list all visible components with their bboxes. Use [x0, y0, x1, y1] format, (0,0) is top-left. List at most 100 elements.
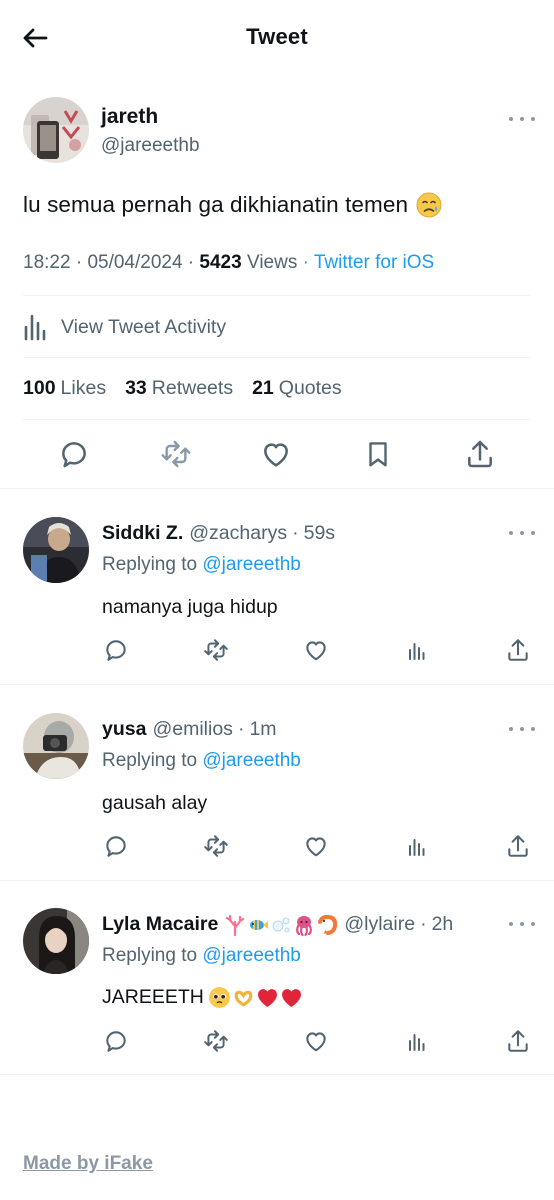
sad-face-emoji-icon	[416, 192, 442, 218]
retweet-icon	[204, 1030, 228, 1052]
retweet-button[interactable]	[201, 831, 231, 861]
like-button[interactable]	[301, 831, 331, 861]
coral-emoji-icon	[226, 914, 245, 936]
retweet-button[interactable]	[158, 436, 194, 472]
share-icon	[508, 1030, 528, 1052]
activity-label: View Tweet Activity	[61, 315, 227, 338]
share-button[interactable]	[503, 1026, 533, 1056]
reply-author-name[interactable]: Lyla Macaire	[102, 913, 218, 936]
reply-header: Siddki Z. @zacharys · 59s	[102, 522, 336, 545]
retweet-button[interactable]	[201, 1026, 231, 1056]
more-icon[interactable]	[509, 112, 535, 126]
views-button[interactable]	[402, 635, 432, 665]
reply-author-name[interactable]: yusa	[102, 718, 146, 741]
replying-to-mention[interactable]: @jareeethb	[202, 554, 301, 575]
bubbles-emoji-icon	[272, 917, 290, 932]
quotes-count: 21	[252, 377, 274, 399]
analytics-icon	[24, 314, 46, 341]
heart-hands-emoji-icon	[234, 990, 253, 1007]
divider	[0, 880, 554, 881]
reply-button[interactable]	[101, 635, 131, 665]
name-emoji-group	[224, 914, 338, 936]
views-button[interactable]	[402, 831, 432, 861]
reply-emoji-group	[208, 986, 303, 1009]
replying-to: Replying to @jareeethb	[102, 750, 301, 772]
like-icon	[306, 641, 326, 661]
likes-label: Likes	[60, 377, 107, 399]
divider	[0, 488, 554, 489]
divider	[0, 684, 554, 685]
reply-author-handle[interactable]: @emilios	[152, 718, 232, 741]
share-icon	[508, 639, 528, 661]
bookmark-button[interactable]	[360, 436, 396, 472]
avatar[interactable]	[23, 908, 89, 974]
quotes-label: Quotes	[278, 377, 342, 399]
tweet-date: 05/04/2024	[87, 252, 183, 273]
like-button[interactable]	[301, 1026, 331, 1056]
tweet-text: lu semua pernah ga dikhianatin temen	[23, 191, 443, 219]
reply-button[interactable]	[101, 831, 131, 861]
replying-to-prefix: Replying to	[102, 945, 198, 966]
share-button[interactable]	[503, 635, 533, 665]
octopus-emoji-icon	[296, 915, 313, 936]
reply-author-handle[interactable]: @lylaire	[344, 913, 415, 936]
more-icon[interactable]	[509, 917, 535, 931]
retweets-stat[interactable]: 33 Retweets	[125, 377, 233, 400]
share-icon	[508, 835, 528, 857]
tropical-fish-emoji-icon	[250, 919, 269, 930]
tweet-stats: 100 Likes 33 Retweets 21 Quotes	[23, 377, 342, 400]
likes-stat[interactable]: 100 Likes	[23, 377, 106, 400]
retweet-icon	[161, 440, 191, 468]
reply-header: Lyla Macaire @lylaire · 2h	[102, 913, 454, 936]
reply-icon	[106, 640, 126, 661]
avatar[interactable]	[23, 97, 89, 163]
bookmark-icon	[369, 442, 387, 467]
tweet-body: lu semua pernah ga dikhianatin temen	[23, 192, 409, 217]
like-button[interactable]	[258, 436, 294, 472]
retweet-icon	[204, 639, 228, 661]
avatar[interactable]	[23, 713, 89, 779]
views-count: 5423	[199, 252, 242, 273]
like-button[interactable]	[301, 635, 331, 665]
share-button[interactable]	[462, 436, 498, 472]
author-handle[interactable]: @jareeethb	[101, 135, 200, 157]
share-button[interactable]	[503, 831, 533, 861]
replying-to-mention[interactable]: @jareeethb	[202, 945, 301, 966]
reply-text: namanya juga hidup	[102, 596, 278, 618]
reply-button[interactable]	[56, 436, 92, 472]
reply-icon	[106, 1031, 126, 1052]
reply-body: JAREEETH	[102, 986, 204, 1008]
views-button[interactable]	[402, 1026, 432, 1056]
replying-to-mention[interactable]: @jareeethb	[202, 750, 301, 771]
watermark-link[interactable]: Made by iFake	[23, 1153, 153, 1175]
reply-icon	[106, 836, 126, 857]
tweet-meta: 18:22 · 05/04/2024 · 5423 Views · Twitte…	[23, 252, 435, 273]
views-icon	[409, 643, 425, 660]
reply-text: JAREEETH	[102, 986, 303, 1009]
replying-to-prefix: Replying to	[102, 554, 198, 575]
avatar[interactable]	[23, 517, 89, 583]
reply-age: 1m	[249, 718, 277, 740]
tweet-time: 18:22	[23, 252, 71, 273]
more-icon[interactable]	[509, 526, 535, 540]
divider	[0, 1074, 554, 1075]
reply-button[interactable]	[101, 1026, 131, 1056]
reply-author-name[interactable]: Siddki Z.	[102, 522, 183, 545]
reply-icon	[62, 442, 86, 468]
quotes-stat[interactable]: 21 Quotes	[252, 377, 342, 400]
replying-to-prefix: Replying to	[102, 750, 198, 771]
likes-count: 100	[23, 377, 56, 399]
retweet-icon	[204, 835, 228, 857]
pleading-face-emoji-icon	[208, 987, 230, 1008]
replying-to: Replying to @jareeethb	[102, 945, 301, 967]
red-heart-emoji-icon	[257, 989, 277, 1007]
author-name[interactable]: jareth	[101, 105, 158, 129]
retweet-button[interactable]	[201, 635, 231, 665]
share-icon	[468, 440, 492, 468]
reply-author-handle[interactable]: @zacharys	[189, 522, 287, 545]
view-tweet-activity-button[interactable]: View Tweet Activity	[23, 311, 226, 343]
reply-header: yusa @emilios · 1m	[102, 718, 277, 741]
tweet-source[interactable]: Twitter for iOS	[314, 252, 434, 273]
more-icon[interactable]	[509, 722, 535, 736]
page-title: Tweet	[246, 24, 308, 49]
